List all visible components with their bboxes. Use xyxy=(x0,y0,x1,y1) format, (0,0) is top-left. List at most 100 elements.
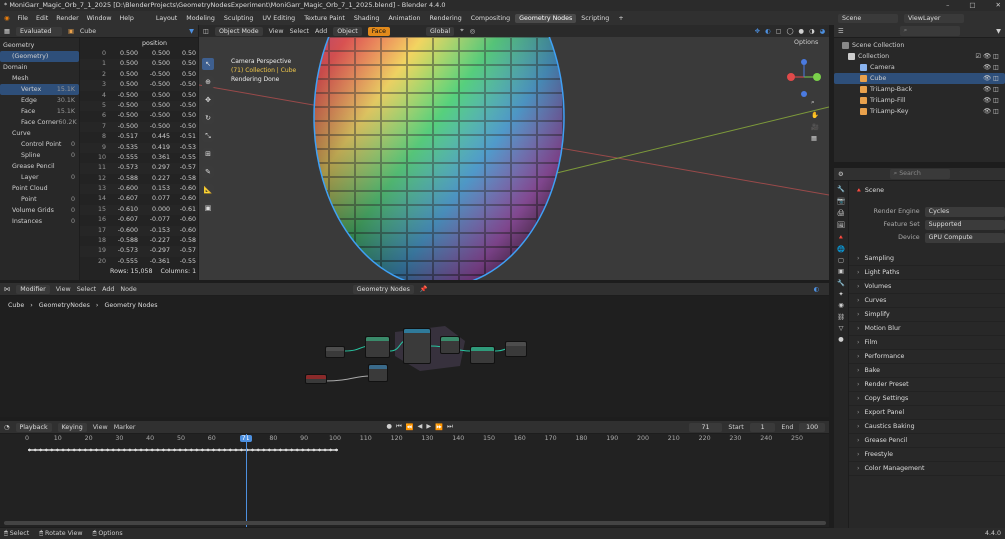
outliner-editor-icon[interactable]: ☰ xyxy=(838,28,844,35)
panel-section[interactable]: › Grease Pencil xyxy=(849,434,1005,448)
domain-item[interactable]: Spline 0 xyxy=(0,150,79,161)
tab-modeling[interactable]: Modeling xyxy=(182,14,219,23)
snap-icon[interactable]: ⌖ xyxy=(460,27,464,35)
zoom-icon[interactable]: ⌕ xyxy=(811,99,819,107)
jump-end-icon[interactable]: ⏭ xyxy=(447,423,453,431)
panel-section[interactable]: › Export Panel xyxy=(849,406,1005,420)
domain-item[interactable]: Mesh xyxy=(0,73,79,84)
collection-tab-icon[interactable]: ▢ xyxy=(838,257,844,264)
maximize-button[interactable]: □ xyxy=(969,0,975,11)
viewport-editor-icon[interactable]: ◫ xyxy=(203,28,209,35)
node-menu-node[interactable]: Node xyxy=(120,286,136,293)
ortho-toggle-icon[interactable]: ▦ xyxy=(811,135,819,142)
outliner-item[interactable]: Cube 👁 ◫ xyxy=(834,73,1005,84)
node-c[interactable] xyxy=(440,336,460,354)
menu-render[interactable]: Render xyxy=(56,15,78,22)
current-frame-field[interactable]: 71 xyxy=(688,422,723,432)
domain-item[interactable]: Control Point 0 xyxy=(0,139,79,150)
tab-rendering[interactable]: Rendering xyxy=(426,14,466,23)
scene-collection-row[interactable]: Scene Collection xyxy=(834,40,1005,51)
panel-section[interactable]: › Light Paths xyxy=(849,266,1005,280)
property-dropdown[interactable]: Cycles xyxy=(924,206,1005,217)
domain-item[interactable]: Geometry xyxy=(0,40,79,51)
panel-section[interactable]: › Render Preset xyxy=(849,378,1005,392)
node-menu-view[interactable]: View xyxy=(56,286,71,293)
data-tab-icon[interactable]: ▽ xyxy=(839,325,844,332)
next-key-icon[interactable]: ⏩ xyxy=(435,423,443,431)
panel-section[interactable]: › Volumes xyxy=(849,280,1005,294)
outliner-item[interactable]: TriLamp-Back 👁 ◫ xyxy=(834,84,1005,95)
menu-face[interactable]: Face xyxy=(367,26,390,36)
timeline-area[interactable]: 0102030405060718090100110120130140150160… xyxy=(0,434,829,527)
mode-dropdown[interactable]: Object Mode xyxy=(214,26,263,36)
panel-section[interactable]: › Bake xyxy=(849,364,1005,378)
rotate-tool-icon[interactable]: ↻ xyxy=(202,112,214,124)
viewlayer-selector[interactable]: ViewLayer xyxy=(904,13,964,23)
domain-item[interactable]: Point Cloud xyxy=(0,183,79,194)
editor-type-icon[interactable]: ▦ xyxy=(4,28,10,35)
menu-help[interactable]: Help xyxy=(120,15,134,22)
domain-item[interactable]: Layer 0 xyxy=(0,172,79,183)
annotate-tool-icon[interactable]: ✎ xyxy=(202,166,214,178)
panel-section[interactable]: › Sampling xyxy=(849,252,1005,266)
domain-item[interactable]: Domain xyxy=(0,62,79,73)
properties-editor-icon[interactable]: ⚙ xyxy=(838,171,844,178)
overlay-toggle-icon[interactable]: ◐ xyxy=(765,28,771,35)
tab-geometry-nodes[interactable]: Geometry Nodes xyxy=(515,13,577,23)
domain-item[interactable]: Grease Pencil xyxy=(0,161,79,172)
node-b[interactable] xyxy=(403,328,431,364)
scale-tool-icon[interactable]: ⤡ xyxy=(202,130,214,142)
filter-icon[interactable]: ▼ xyxy=(189,28,194,35)
menu-select[interactable]: Select xyxy=(290,28,309,35)
visibility-icon[interactable]: 👁 ◫ xyxy=(983,95,999,106)
properties-search[interactable]: ⌕ Search xyxy=(889,169,950,179)
proportional-icon[interactable]: ◎ xyxy=(470,28,476,35)
3d-viewport[interactable]: Camera Perspective (71) Collection | Cub… xyxy=(199,37,829,280)
domain-item[interactable]: Face 15.1K xyxy=(0,106,79,117)
menu-object[interactable]: Object xyxy=(333,26,362,36)
node-menu-add[interactable]: Add xyxy=(102,286,114,293)
constraints-tab-icon[interactable]: ⛓ xyxy=(837,313,845,321)
shading-solid-icon[interactable]: ● xyxy=(799,28,805,35)
playback-menu[interactable]: Playback xyxy=(15,422,52,432)
output-tab-icon[interactable]: 🖨 xyxy=(837,209,845,217)
tab-compositing[interactable]: Compositing xyxy=(467,14,514,23)
jump-start-icon[interactable]: ⏮ xyxy=(396,423,402,431)
prev-key-icon[interactable]: ⏪ xyxy=(406,423,414,431)
domain-item[interactable]: Volume Grids 0 xyxy=(0,205,79,216)
node-f[interactable] xyxy=(368,364,388,382)
panel-section[interactable]: › Simplify xyxy=(849,308,1005,322)
node-menu-select[interactable]: Select xyxy=(77,286,96,293)
property-dropdown[interactable]: GPU Compute xyxy=(924,232,1005,243)
menu-add[interactable]: Add xyxy=(315,28,327,35)
cursor-tool-icon[interactable]: ⊕ xyxy=(202,76,214,88)
physics-tab-icon[interactable]: ◉ xyxy=(838,302,844,309)
outliner-item[interactable]: TriLamp-Fill 👁 ◫ xyxy=(834,95,1005,106)
outliner-item[interactable]: Camera 👁 ◫ xyxy=(834,62,1005,73)
blender-logo-icon[interactable]: ◉ xyxy=(4,15,10,22)
add-workspace-button[interactable]: + xyxy=(614,14,627,23)
node-overlay-icon[interactable]: ◐ xyxy=(814,286,820,293)
tab-shading[interactable]: Shading xyxy=(350,14,384,23)
add-cube-tool-icon[interactable]: ▣ xyxy=(202,202,214,214)
scene-selector[interactable]: Scene xyxy=(838,13,898,23)
tool-tab-icon[interactable]: 🔧 xyxy=(837,185,845,193)
collection-row[interactable]: Collection ☑ 👁 ◫ xyxy=(834,51,1005,62)
node-group-input[interactable] xyxy=(325,346,345,358)
visibility-icon[interactable]: 👁 ◫ xyxy=(983,84,999,95)
timeline-scrollbar[interactable] xyxy=(4,521,826,525)
select-tool-icon[interactable]: ↖ xyxy=(202,58,214,70)
panel-section[interactable]: › Copy Settings xyxy=(849,392,1005,406)
xray-icon[interactable]: ▢ xyxy=(775,28,781,35)
tab-uv-editing[interactable]: UV Editing xyxy=(258,14,299,23)
world-tab-icon[interactable]: 🌐 xyxy=(837,245,845,253)
visibility-icon[interactable]: 👁 ◫ xyxy=(983,73,999,84)
panel-section[interactable]: › Curves xyxy=(849,294,1005,308)
outliner-search[interactable]: ⌕ xyxy=(899,26,960,36)
minimize-button[interactable]: – xyxy=(946,0,949,11)
menu-view[interactable]: View xyxy=(269,28,284,35)
tab-animation[interactable]: Animation xyxy=(384,14,424,23)
menu-window[interactable]: Window xyxy=(87,15,112,22)
visibility-icon[interactable]: 👁 ◫ xyxy=(983,62,999,73)
column-header-position[interactable]: position xyxy=(80,38,198,49)
